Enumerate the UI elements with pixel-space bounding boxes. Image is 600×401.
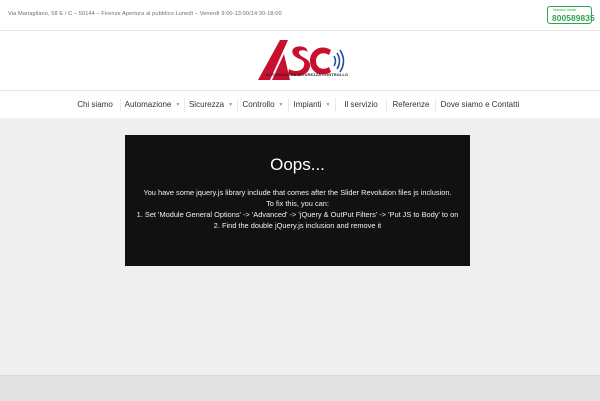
nav-item-label: Automazione: [124, 100, 172, 110]
chevron-down-icon: ▼: [278, 102, 284, 108]
nav-item-chi-siamo[interactable]: Chi siamo: [70, 91, 120, 119]
error-title: Oops...: [270, 155, 325, 174]
address-text: Via Mariagliano, 58 E / C – 50144 – Fire…: [8, 11, 282, 17]
nav-item-il-servizio[interactable]: Il servizio: [336, 91, 386, 119]
footer-strip: [0, 375, 600, 401]
error-line: To fix this, you can:: [266, 199, 329, 208]
logo-signal-wave-2: [336, 52, 341, 70]
chevron-down-icon: ▼: [325, 102, 331, 108]
asc-logo[interactable]: [256, 36, 346, 86]
nav-item-automazione[interactable]: Automazione ▼: [121, 91, 184, 119]
nav-item-impianti[interactable]: Impianti ▼: [289, 91, 335, 119]
logo-area: AUTOMAZIONE SICUREZZA CONTROLLO: [0, 31, 600, 90]
slider-error-box: Oops... You have some jquery.js library …: [125, 135, 470, 266]
main-navigation: Chi siamo Automazione ▼ Sicurezza ▼ Contro…: [0, 90, 600, 120]
top-bar: Via Mariagliano, 58 E / C – 50144 – Fire…: [0, 0, 600, 31]
nav-item-sicurezza[interactable]: Sicurezza ▼: [185, 91, 237, 119]
nav-item-label: Referenze: [392, 100, 430, 109]
error-line: 2. Find the double jQuery.js inclusion a…: [213, 221, 382, 230]
nav-item-label: Chi siamo: [77, 100, 113, 109]
nav-item-label: Il servizio: [344, 100, 378, 109]
nav-item-dove-siamo-e-contatti[interactable]: Dove siamo e Contatti: [436, 91, 524, 119]
logo-s-letter: [288, 46, 311, 76]
nav-item-label: Impianti: [293, 100, 322, 110]
chevron-down-icon: ▼: [228, 102, 234, 108]
nav-item-label: Controllo: [242, 100, 275, 110]
logo-signal-wave-3: [339, 49, 345, 73]
logo-tagline: AUTOMAZIONE SICUREZZA CONTROLLO: [266, 73, 349, 77]
chevron-down-icon: ▼: [175, 102, 181, 108]
error-message: You have some jquery.js library include …: [133, 187, 462, 231]
logo-signal-wave-1: [333, 55, 337, 67]
nav-item-label: Sicurezza: [188, 100, 225, 110]
error-line: You have some jquery.js library include …: [143, 188, 452, 197]
toll-free-number[interactable]: 800589835: [552, 13, 595, 23]
nav-item-referenze[interactable]: Referenze: [387, 91, 435, 119]
toll-free-callbox[interactable]: Numero Verde 800589835: [547, 6, 595, 24]
nav-item-label: Dove siamo e Contatti: [440, 100, 520, 109]
error-line: 1. Set 'Module General Options' -> 'Adva…: [136, 210, 459, 219]
nav-item-controllo[interactable]: Controllo ▼: [238, 91, 288, 119]
logo-c-letter: [310, 47, 331, 75]
toll-free-label: Numero Verde: [553, 8, 577, 12]
